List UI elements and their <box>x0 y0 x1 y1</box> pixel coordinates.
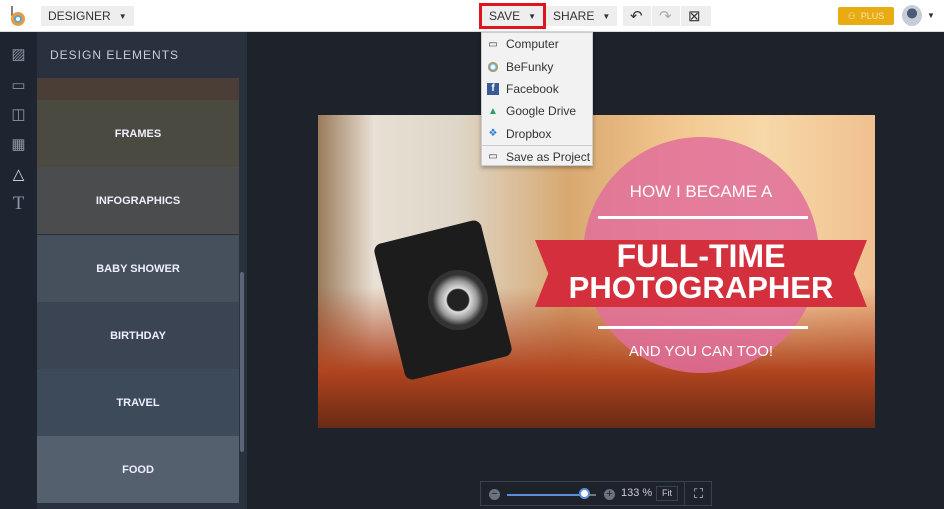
fullscreen-icon[interactable]: ⛶ <box>684 482 712 505</box>
tile-travel[interactable]: TRAVEL <box>37 369 239 436</box>
designer-mode-dropdown[interactable]: DESIGNER ▼ <box>41 6 134 26</box>
chevron-down-icon: ▼ <box>528 11 537 21</box>
tile-label: BIRTHDAY <box>110 329 166 342</box>
menu-label: Save as Project <box>506 149 591 164</box>
design-elements-panel: DESIGN ELEMENTS FRAMES INFOGRAPHICS BABY… <box>37 32 247 509</box>
top-toolbar: DESIGNER ▼ SAVE ▼ SHARE ▼ ↶ ↷ ⊠ ⚇ PLUS ▼ <box>0 0 944 32</box>
save-to-befunky[interactable]: BeFunky <box>482 55 592 77</box>
zoom-percentage: 133 % <box>621 487 653 499</box>
share-button[interactable]: SHARE ▼ <box>546 6 618 26</box>
avatar[interactable] <box>902 5 922 26</box>
dropbox-icon: ❖ <box>488 128 498 140</box>
menu-label: Computer <box>506 37 559 52</box>
menu-label: Dropbox <box>506 126 552 141</box>
undo-button[interactable]: ↶ <box>623 6 651 26</box>
divider-line <box>598 326 808 329</box>
tile-label: BABY SHOWER <box>96 262 180 275</box>
zoom-in-button[interactable]: + <box>604 489 615 500</box>
google-drive-icon: ▲ <box>488 105 498 117</box>
menu-label: Google Drive <box>506 104 577 119</box>
redo-icon: ↷ <box>659 8 672 25</box>
zoom-slider-track[interactable] <box>507 494 585 496</box>
headline-line2-text[interactable]: FULL-TIME <box>535 240 867 272</box>
plus-button[interactable]: ⚇ PLUS <box>838 7 894 25</box>
save-to-computer[interactable]: ▭ Computer <box>482 33 592 55</box>
menu-label: BeFunky <box>506 59 554 74</box>
save-dropdown-menu: ▭ Computer BeFunky f Facebook ▲ Google Driv… <box>481 32 593 166</box>
befunky-icon <box>487 60 499 73</box>
tile-label: FOOD <box>122 463 154 476</box>
tile-frames[interactable]: FRAMES <box>37 100 239 167</box>
zoom-control: − + 133 % Fit ⛶ <box>480 481 712 506</box>
chevron-down-icon[interactable]: ▼ <box>927 11 935 20</box>
grid-icon[interactable]: ▦ <box>10 136 27 153</box>
undo-icon: ↶ <box>630 8 643 25</box>
layout-icon[interactable]: ◫ <box>10 106 27 123</box>
tool-rail: ▨ ▭ ◫ ▦ △ T <box>0 32 37 509</box>
plus-label: PLUS <box>860 11 885 21</box>
save-label: SAVE <box>489 9 521 23</box>
save-to-google-drive[interactable]: ▲ Google Drive <box>482 100 592 122</box>
divider-line <box>598 216 808 219</box>
share-label: SHARE <box>553 9 595 23</box>
redo-button[interactable]: ↷ <box>652 6 680 26</box>
tile-label: TRAVEL <box>116 396 160 409</box>
zoom-slider-handle[interactable] <box>579 488 590 499</box>
panel-scrollbar[interactable] <box>240 272 244 452</box>
chevron-down-icon: ▼ <box>602 11 611 21</box>
save-to-dropbox[interactable]: ❖ Dropbox <box>482 123 592 145</box>
monitor-icon: ▭ <box>488 38 498 50</box>
camera-lens <box>428 270 488 330</box>
text-icon[interactable]: T <box>10 194 27 213</box>
tile-baby-shower[interactable]: BABY SHOWER <box>37 235 239 302</box>
menu-label: Facebook <box>506 81 559 96</box>
befunky-logo-icon[interactable] <box>9 6 27 26</box>
zoom-out-button[interactable]: − <box>489 489 500 500</box>
headline-top-text[interactable]: HOW I BECAME A <box>583 182 819 202</box>
design-canvas[interactable]: HOW I BECAME A FULL-TIME PHOTOGRAPHER AN… <box>318 115 875 428</box>
panel-title: DESIGN ELEMENTS <box>50 48 180 62</box>
shapes-icon[interactable]: △ <box>10 166 27 183</box>
folder-icon[interactable]: ▭ <box>10 77 27 94</box>
tile-label: FRAMES <box>114 127 162 140</box>
image-icon[interactable]: ▨ <box>10 46 27 63</box>
fit-button[interactable]: Fit <box>656 486 678 501</box>
headline-line3-text[interactable]: PHOTOGRAPHER <box>535 272 867 304</box>
headline-bottom-text[interactable]: AND YOU CAN TOO! <box>583 343 819 360</box>
tile-infographics[interactable]: INFOGRAPHICS <box>37 167 239 234</box>
close-icon: ⊠ <box>688 8 701 25</box>
tile-birthday[interactable]: BIRTHDAY <box>37 302 239 369</box>
save-button[interactable]: SAVE ▼ <box>479 3 547 29</box>
save-as-project[interactable]: ▭ Save as Project <box>482 144 592 167</box>
badge-icon: ⚇ <box>847 10 856 21</box>
save-to-facebook[interactable]: f Facebook <box>482 78 592 100</box>
close-button[interactable]: ⊠ <box>681 6 711 26</box>
tile-food[interactable]: FOOD <box>37 436 239 503</box>
partial-tile[interactable] <box>37 78 239 100</box>
folder-icon: ▭ <box>488 151 498 163</box>
tile-label: INFOGRAPHICS <box>95 194 181 207</box>
facebook-icon: f <box>487 82 499 95</box>
mode-label: DESIGNER <box>48 9 111 23</box>
chevron-down-icon: ▼ <box>118 11 127 21</box>
